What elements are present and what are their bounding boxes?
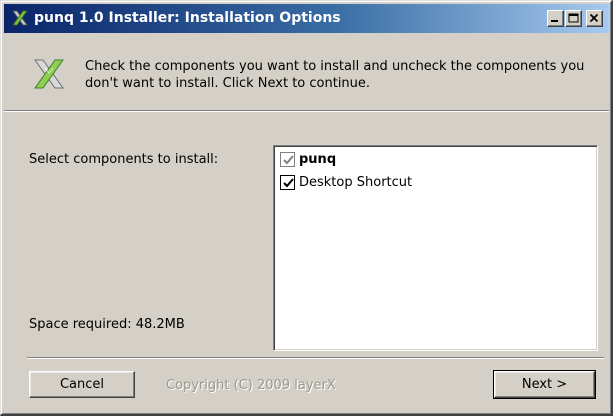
footer-divider (27, 357, 604, 359)
close-button[interactable] (586, 10, 603, 27)
component-label: Desktop Shortcut (299, 174, 413, 190)
maximize-button[interactable] (565, 10, 582, 27)
x-logo-icon (11, 9, 29, 27)
select-components-label: Select components to install: (29, 152, 219, 167)
space-required-text: Space required: 48.2MB (29, 317, 185, 332)
minimize-button[interactable] (547, 10, 564, 27)
component-item-desktop-shortcut[interactable]: Desktop Shortcut (280, 173, 412, 191)
header-divider (4, 110, 609, 112)
component-item-punq[interactable]: punq (280, 150, 336, 168)
instruction-text: Check the components you want to install… (85, 59, 585, 91)
component-label: punq (299, 151, 337, 167)
components-tree[interactable]: punq Desktop Shortcut (273, 145, 598, 351)
copyright-text: Copyright (C) 2009 layerX (166, 378, 336, 393)
cancel-button[interactable]: Cancel (29, 371, 135, 398)
checkbox-disabled-checked (280, 151, 295, 167)
next-button[interactable]: Next > (493, 370, 596, 399)
header-panel: Check the components you want to install… (4, 33, 609, 110)
installer-window: punq 1.0 Installer: Installation Options (0, 0, 613, 416)
checkbox-checked[interactable] (280, 174, 295, 190)
title-bar[interactable]: punq 1.0 Installer: Installation Options (4, 4, 609, 33)
window-title: punq 1.0 Installer: Installation Options (34, 10, 341, 26)
x-logo-icon (31, 56, 67, 92)
